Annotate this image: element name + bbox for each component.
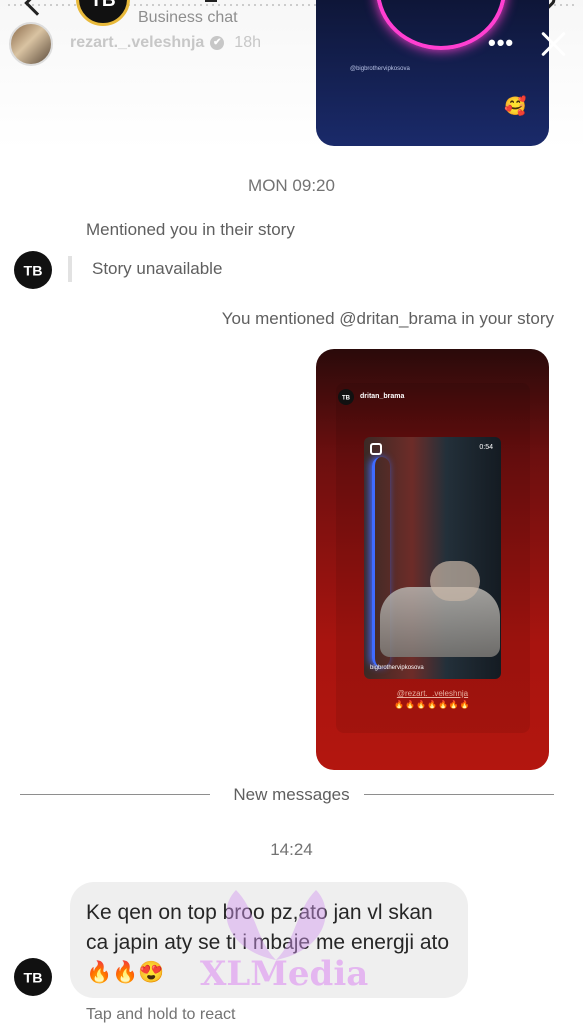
- reply-quote-bar: [68, 256, 72, 282]
- shared-story-card[interactable]: TB dritan_brama 0:54 bigbrothervipkosova…: [316, 349, 549, 770]
- you-mentioned-label: You mentioned @dritan_brama in your stor…: [221, 309, 554, 328]
- story-video-thumbnail[interactable]: 0:54 bigbrothervipkosova: [364, 437, 501, 679]
- header-dash: [205, 0, 217, 2]
- story-author-username[interactable]: rezart._.veleshnja: [70, 34, 204, 52]
- neon-ring: [376, 0, 506, 50]
- top-card-handle: @bigbrothervipkosova: [350, 66, 410, 72]
- story-account-avatar: TB: [338, 389, 354, 405]
- watermark-text: XLMedia: [200, 954, 369, 994]
- tb-logo-icon: TB: [24, 264, 43, 280]
- mention-label: Mentioned you in their story: [86, 220, 295, 239]
- more-options-button[interactable]: •••: [488, 30, 514, 56]
- svg-text:TB: TB: [24, 264, 43, 280]
- story-time-ago: 18h: [234, 34, 261, 51]
- video-handle: bigbrothervipkosova: [370, 665, 424, 671]
- close-icon[interactable]: [538, 28, 570, 60]
- tb-logo-icon: TB: [342, 395, 351, 401]
- business-logo-avatar[interactable]: TB: [76, 0, 130, 26]
- story-mention-link[interactable]: @rezart._.veleshnja: [316, 689, 549, 698]
- shared-story-card-top[interactable]: @bigbrothervipkosova 🥰: [316, 0, 549, 146]
- video-people: [430, 561, 480, 601]
- new-messages-label: New messages: [233, 785, 350, 804]
- tb-logo-icon: TB: [24, 971, 43, 987]
- thread-timestamp: MON 09:20: [248, 176, 335, 195]
- reaction-emoji: 🥰: [504, 96, 527, 116]
- story-author-avatar[interactable]: [9, 22, 53, 66]
- video-duration: 0:54: [479, 444, 493, 451]
- story-account-name: dritan_brama: [360, 393, 405, 400]
- divider-line-right: [364, 794, 554, 795]
- verified-badge-icon: ✔: [210, 36, 225, 50]
- svg-text:TB: TB: [342, 395, 351, 401]
- tap-hold-hint: Tap and hold to react: [86, 1006, 236, 1023]
- message-timestamp: 14:24: [270, 840, 313, 859]
- story-fire-emojis: 🔥🔥🔥🔥🔥🔥🔥: [394, 700, 471, 709]
- svg-text:TB: TB: [90, 0, 116, 11]
- story-author-row[interactable]: rezart._.veleshnja ✔ 18h: [70, 34, 261, 52]
- back-chevron-icon[interactable]: [24, 0, 50, 16]
- tb-logo-icon: TB: [90, 0, 116, 11]
- reel-icon: [370, 443, 382, 455]
- sender-avatar[interactable]: TB: [14, 251, 52, 289]
- story-unavailable-text: Story unavailable: [92, 259, 223, 278]
- svg-text:TB: TB: [24, 971, 43, 987]
- sender-avatar[interactable]: TB: [14, 958, 52, 996]
- business-chat-label: Business chat: [138, 9, 238, 26]
